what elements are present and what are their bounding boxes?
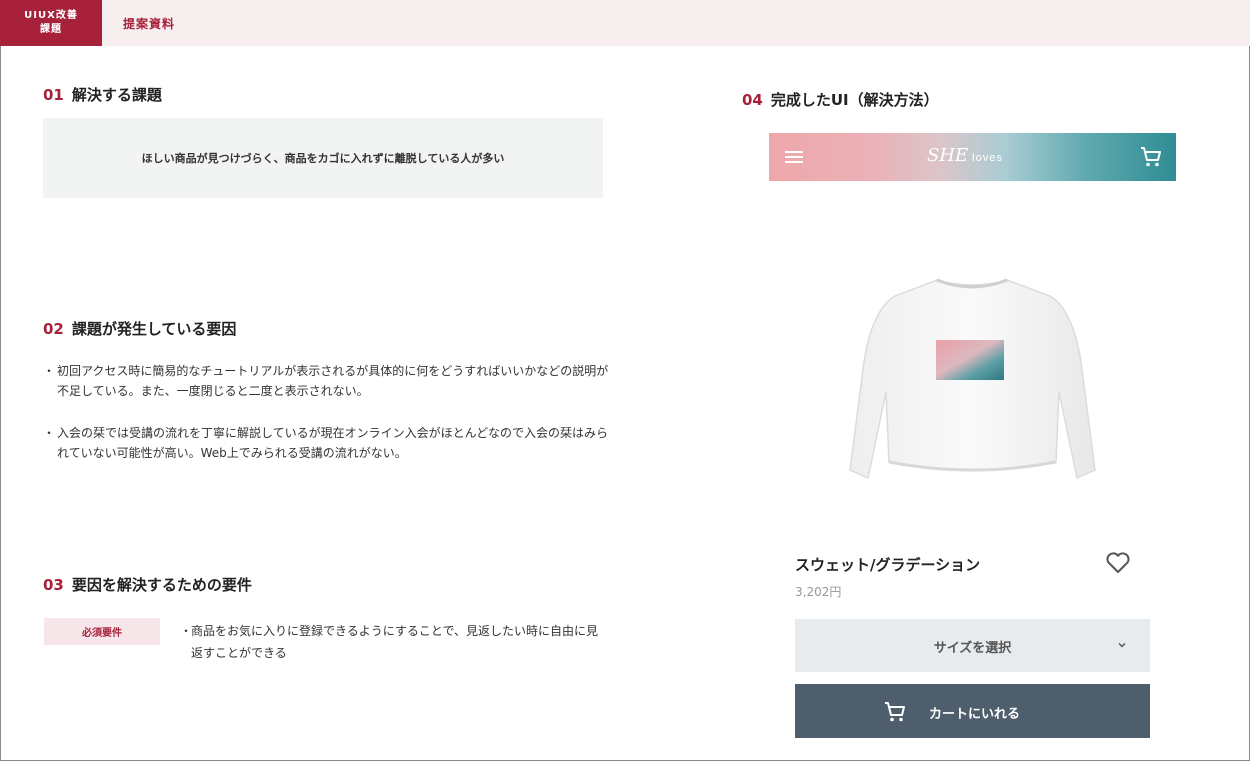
- logo-word: loves: [972, 152, 1003, 164]
- mockup-app-bar: SHE loves: [769, 133, 1176, 181]
- section-04-heading: 04 完成したUI（解決方法）: [742, 89, 939, 110]
- logo-script: SHE: [927, 145, 969, 166]
- brand-logo[interactable]: SHE loves: [927, 145, 1003, 166]
- category-badge: UIUX改善 課題: [0, 0, 102, 46]
- cart-icon: [883, 700, 907, 728]
- document-title: 提案資料: [123, 17, 176, 31]
- bullet: ・: [43, 364, 56, 378]
- chevron-down-icon: [1116, 639, 1128, 655]
- requirement-item: ・ 商品をお気に入りに登録できるようにすることで、見返したい時に自由に見返すこと…: [180, 620, 600, 664]
- issue-box: ほしい商品が見つけづらく、商品をカゴに入れずに離脱している人が多い: [43, 118, 603, 198]
- section-03-heading: 03 要因を解決するための要件: [43, 574, 252, 595]
- section-title: 課題が発生している要因: [71, 320, 237, 338]
- heart-icon[interactable]: [1105, 551, 1131, 579]
- section-title: 解決する課題: [71, 86, 162, 104]
- cause-text: 初回アクセス時に簡易的なチュートリアルが表示されるが具体的に何をどうすればいいか…: [57, 364, 609, 398]
- top-header: UIUX改善 課題 提案資料: [0, 0, 1250, 46]
- product-name: スウェット/グラデーション: [795, 556, 981, 574]
- section-title: 要因を解決するための要件: [71, 576, 252, 594]
- add-to-cart-label: カートにいれる: [929, 707, 1021, 722]
- section-title: 完成したUI（解決方法）: [770, 91, 939, 109]
- hamburger-icon[interactable]: [785, 151, 803, 163]
- section-02-heading: 02 課題が発生している要因: [43, 318, 236, 339]
- add-to-cart-button[interactable]: カートにいれる: [795, 684, 1150, 738]
- badge-line2: 課題: [40, 24, 62, 35]
- section-number: 03: [43, 576, 64, 594]
- section-number: 02: [43, 320, 64, 338]
- cause-item: ・ 入会の栞では受講の流れを丁寧に解説しているが現在オンライン入会がほとんどなの…: [43, 423, 613, 463]
- cause-item: ・ 初回アクセス時に簡易的なチュートリアルが表示されるが具体的に何をどうすればい…: [43, 361, 613, 401]
- issue-text: ほしい商品が見つけづらく、商品をカゴに入れずに離脱している人が多い: [141, 152, 505, 165]
- product-price: 3,202円: [795, 585, 842, 599]
- size-select-label: サイズを選択: [933, 641, 1012, 656]
- requirement-text: 商品をお気に入りに登録できるようにすることで、見返したい時に自由に見返すことがで…: [191, 624, 599, 660]
- section-number: 01: [43, 86, 64, 104]
- cause-text: 入会の栞では受講の流れを丁寧に解説しているが現在オンライン入会がほとんどなので入…: [57, 426, 609, 460]
- size-select-button[interactable]: サイズを選択: [795, 619, 1150, 672]
- bullet: ・: [180, 624, 193, 638]
- section-number: 04: [742, 91, 763, 109]
- cart-icon[interactable]: [1139, 145, 1163, 173]
- section-01-heading: 01 解決する課題: [43, 84, 162, 105]
- badge-line1: UIUX改善: [24, 10, 78, 21]
- bullet: ・: [43, 426, 56, 440]
- required-tag: 必須要件: [44, 618, 160, 645]
- product-image: [845, 272, 1100, 496]
